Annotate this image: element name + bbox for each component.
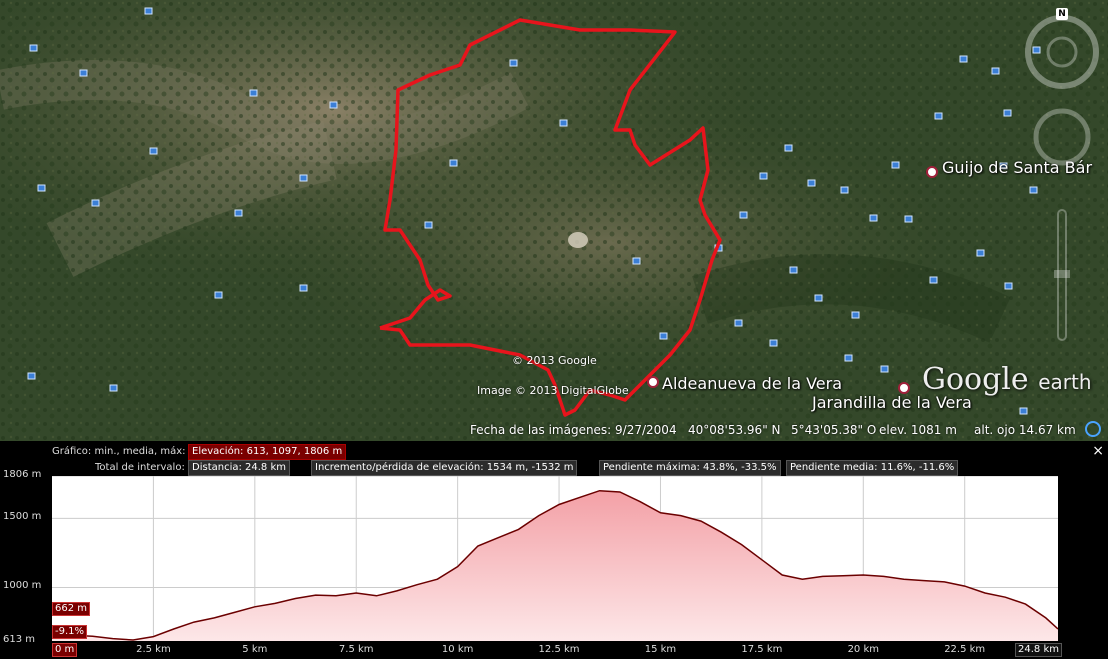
photo-marker-icon: [807, 179, 816, 187]
close-icon[interactable]: ×: [1092, 443, 1104, 459]
photo-marker-icon: [299, 174, 308, 182]
photo-marker-icon: [149, 147, 158, 155]
photo-marker-icon: [234, 209, 243, 217]
photo-marker-icon: [934, 112, 943, 120]
x-tick-label: 2.5 km: [136, 644, 171, 655]
streaming-icon: [1085, 421, 1101, 437]
photo-marker-icon: [880, 365, 889, 373]
google-earth-logo: Google earth: [922, 362, 1092, 397]
photo-marker-icon: [249, 89, 258, 97]
x-tick-label: 22.5 km: [944, 644, 986, 655]
photo-marker-icon: [734, 319, 743, 327]
y-tick-label: 1000 m: [3, 580, 42, 592]
longitude: 5°43'05.38" O: [791, 423, 877, 437]
cursor-elevation: 662 m: [52, 602, 91, 616]
latitude: 40°08'53.96" N: [688, 423, 781, 437]
x-tick-label: 17.5 km: [741, 644, 783, 655]
map-view[interactable]: Guijo de Santa Bár Aldeanueva de la Vera…: [0, 0, 1108, 441]
photo-marker-icon: [509, 59, 518, 67]
elevation-chart[interactable]: [52, 476, 1058, 641]
graph-label: Gráfico: min., media, máx:: [52, 446, 186, 457]
photo-marker-icon: [109, 384, 118, 392]
x-tick-label: 12.5 km: [538, 644, 580, 655]
navigation-controls[interactable]: N: [1004, 5, 1100, 345]
photo-marker-icon: [91, 199, 100, 207]
image-date: Fecha de las imágenes: 9/27/2004: [470, 423, 677, 437]
elevation-summary[interactable]: Elevación: 613, 1097, 1806 m: [188, 444, 347, 460]
move-ring-icon: [1033, 108, 1091, 166]
range-label: Total de intervalo:: [95, 462, 185, 473]
photo-marker-icon: [79, 69, 88, 77]
photo-marker-icon: [29, 44, 38, 52]
photo-marker-icon: [214, 291, 223, 299]
photo-marker-icon: [814, 294, 823, 302]
cursor-slope: -9.1%: [52, 625, 88, 639]
photo-marker-icon: [769, 339, 778, 347]
elevation: elev. 1081 m: [879, 423, 957, 437]
photo-marker-icon: [784, 144, 793, 152]
photo-marker-icon: [659, 332, 668, 340]
x-tick-label: 7.5 km: [338, 644, 374, 655]
photo-marker-icon: [840, 186, 849, 194]
photo-marker-icon: [891, 161, 900, 169]
x-tick-label: 5 km: [242, 644, 268, 655]
distance-summary[interactable]: Distancia: 24.8 km: [188, 460, 291, 476]
copyright-text: © 2013 Google: [512, 354, 597, 367]
place-marker-icon[interactable]: [926, 166, 938, 178]
photo-marker-icon: [759, 172, 768, 180]
imagery-credit: Image © 2013 DigitalGlobe: [477, 384, 629, 397]
photo-marker-icon: [424, 221, 433, 229]
photo-marker-icon: [144, 7, 153, 15]
photo-marker-icon: [789, 266, 798, 274]
y-tick-label: 1500 m: [3, 511, 42, 523]
gain-loss-summary[interactable]: Incremento/pérdida de elevación: 1534 m,…: [311, 460, 578, 476]
photo-marker-icon: [959, 55, 968, 63]
x-tick-label: 15 km: [644, 644, 677, 655]
photo-marker-icon: [991, 67, 1000, 75]
photo-marker-icon: [299, 284, 308, 292]
photo-marker-icon: [37, 184, 46, 192]
x-tick-label: 10 km: [441, 644, 474, 655]
photo-marker-icon: [851, 311, 860, 319]
end-distance: 24.8 km: [1015, 643, 1062, 657]
photo-marker-icon: [976, 249, 985, 257]
photo-marker-icon: [904, 215, 913, 223]
x-tick-label: 20 km: [847, 644, 879, 655]
photo-marker-icon: [929, 276, 938, 284]
photo-marker-icon: [844, 354, 853, 362]
photo-marker-icon: [632, 257, 641, 265]
photo-marker-icon: [739, 211, 748, 219]
place-label-aldeanueva[interactable]: Aldeanueva de la Vera: [662, 374, 842, 393]
photo-marker-icon: [27, 372, 36, 380]
y-tick-label: 613 m: [3, 634, 36, 645]
place-marker-icon[interactable]: [647, 376, 659, 388]
north-icon[interactable]: N: [1056, 8, 1068, 20]
y-tick-label: 1806 m: [3, 469, 42, 480]
eye-altitude: alt. ojo 14.67 km: [974, 423, 1076, 437]
photo-marker-icon: [449, 159, 458, 167]
status-bar: Fecha de las imágenes: 9/27/2004 40°08'5…: [0, 420, 1108, 441]
avg-slope-summary[interactable]: Pendiente media: 11.6%, -11.6%: [786, 460, 959, 476]
look-ring-icon: [1025, 15, 1099, 89]
photo-marker-icon: [559, 119, 568, 127]
photo-marker-icon: [869, 214, 878, 222]
photo-marker-icon: [329, 101, 338, 109]
photo-marker-icon: [1019, 407, 1028, 415]
cursor-distance: 0 m: [52, 643, 78, 657]
max-slope-summary[interactable]: Pendiente máxima: 43.8%, -33.5%: [599, 460, 781, 476]
